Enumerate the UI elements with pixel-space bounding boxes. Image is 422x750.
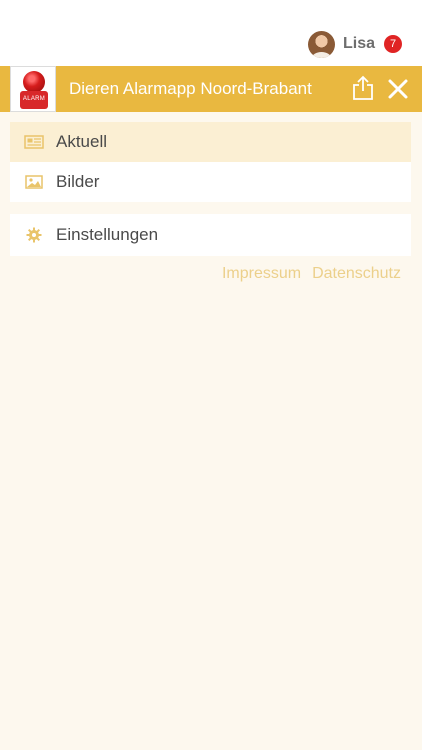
menu-item-label: Einstellungen — [56, 225, 159, 244]
user-profile[interactable]: Lisa 7 — [307, 30, 402, 58]
menu-item-aktuell[interactable]: Aktuell — [10, 122, 411, 162]
menu-item-label: Bilder — [56, 172, 100, 191]
avatar[interactable] — [307, 30, 335, 58]
user-name[interactable]: Lisa — [343, 35, 375, 53]
app-header: ALARM Dieren Alarmapp Noord-Brabant — [0, 66, 422, 112]
menu-item-einstellungen[interactable]: Einstellungen — [10, 214, 411, 256]
settings-menu: Einstellungen — [10, 214, 411, 256]
top-bar: Lisa 7 — [0, 0, 422, 66]
newspaper-icon — [24, 132, 44, 152]
gear-icon — [24, 225, 44, 245]
logo-text: ALARM — [22, 96, 46, 102]
menu-item-bilder[interactable]: Bilder — [10, 162, 411, 202]
app-title: Dieren Alarmapp Noord-Brabant — [69, 79, 312, 98]
impressum-link[interactable]: Impressum — [222, 265, 301, 287]
footer-links: Impressum Datenschutz — [222, 265, 401, 287]
alarm-light-icon — [23, 71, 45, 93]
main-menu: Aktuell Bilder — [10, 122, 411, 202]
menu-item-label: Aktuell — [56, 132, 108, 151]
notification-badge[interactable]: 7 — [384, 35, 402, 53]
share-icon[interactable] — [352, 75, 374, 101]
app-logo: ALARM — [10, 66, 56, 112]
image-icon — [24, 172, 44, 192]
close-icon[interactable] — [386, 77, 410, 101]
datenschutz-link[interactable]: Datenschutz — [312, 265, 401, 287]
